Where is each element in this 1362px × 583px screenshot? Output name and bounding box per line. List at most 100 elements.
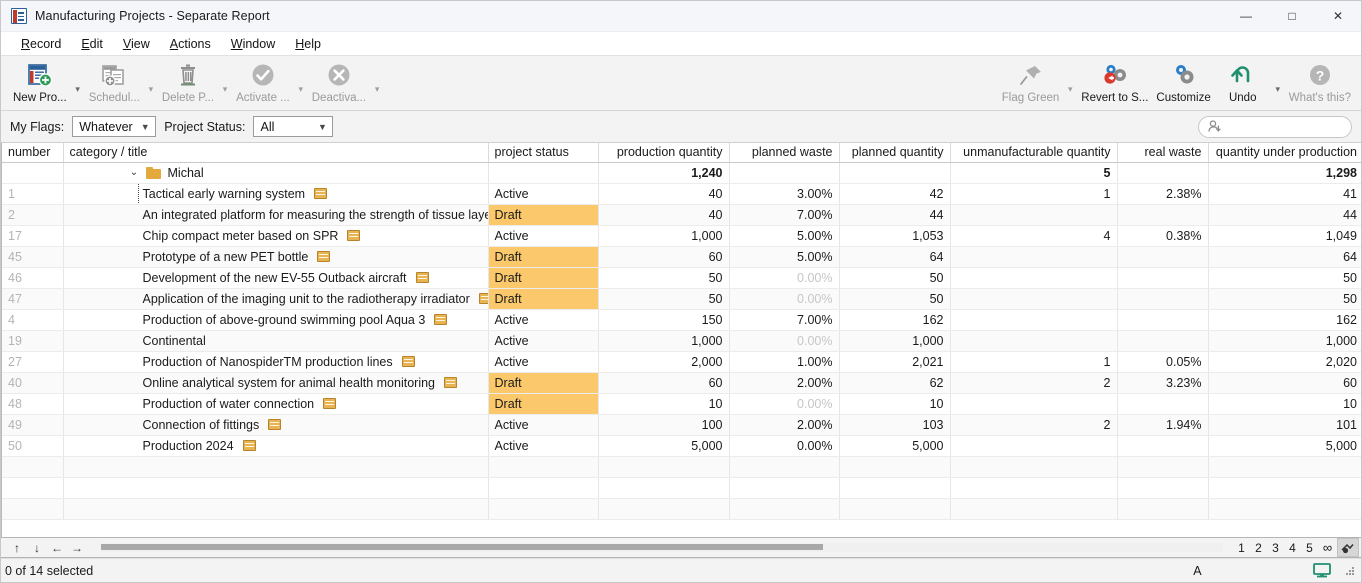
chevron-down-icon[interactable]: ⌄ xyxy=(128,167,141,178)
minimize-button[interactable]: — xyxy=(1223,1,1269,32)
table-row[interactable]: 48Production of water connectionDraft100… xyxy=(2,393,1361,414)
group-row[interactable]: ⌄Michal1,24051,298 xyxy=(2,162,1361,183)
table-row[interactable]: 2An integrated platform for measuring th… xyxy=(2,204,1361,225)
undo-button[interactable]: Undo xyxy=(1215,59,1271,111)
resize-grip[interactable] xyxy=(1345,566,1355,576)
page-4-button[interactable]: 4 xyxy=(1284,541,1301,555)
table-row[interactable]: 4Production of above-ground swimming poo… xyxy=(2,309,1361,330)
empty-cell xyxy=(729,498,839,519)
page-1-button[interactable]: 1 xyxy=(1233,541,1250,555)
row-planned-waste: 7.00% xyxy=(729,309,839,330)
scrollbar-thumb[interactable] xyxy=(101,544,823,550)
row-unmanufacturable-quantity: 2 xyxy=(950,414,1117,435)
table-row[interactable]: 40Online analytical system for animal he… xyxy=(2,372,1361,393)
empty-row[interactable] xyxy=(2,477,1361,498)
undo-dropdown[interactable]: ▾ xyxy=(1271,59,1285,111)
deactivate-button[interactable]: Deactiva... xyxy=(308,59,370,111)
row-title-cell[interactable]: Development of the new EV-55 Outback air… xyxy=(63,267,488,288)
table-row[interactable]: 19ContinentalActive1,0000.00%1,0001,000 xyxy=(2,330,1361,351)
menu-view[interactable]: View xyxy=(113,35,160,53)
my-flags-label: My Flags: xyxy=(10,120,64,134)
menu-record[interactable]: Record xyxy=(11,35,71,53)
page-settings-icon[interactable] xyxy=(1337,538,1359,557)
row-title-cell[interactable]: Chip compact meter based on SPR xyxy=(63,225,488,246)
customize-button[interactable]: Customize xyxy=(1152,59,1214,111)
deactivate-dropdown[interactable]: ▾ xyxy=(370,59,384,111)
row-title-cell[interactable]: Production 2024 xyxy=(63,435,488,456)
whats-this-button[interactable]: ? What's this? xyxy=(1285,59,1355,111)
nav-down-button[interactable]: ↓ xyxy=(27,541,47,555)
row-status: Draft xyxy=(488,267,598,288)
col-header-real-waste[interactable]: real waste xyxy=(1117,143,1208,162)
col-header-production-quantity[interactable]: production quantity xyxy=(598,143,729,162)
row-title-cell[interactable]: Continental xyxy=(63,330,488,351)
delete-project-button[interactable]: Delete P... xyxy=(158,59,218,111)
row-title-cell[interactable]: Prototype of a new PET bottle xyxy=(63,246,488,267)
row-quantity-under-production: 5,000 xyxy=(1208,435,1361,456)
nav-right-button[interactable]: → xyxy=(67,541,87,555)
row-status: Active xyxy=(488,414,598,435)
col-header-unmanufacturable-quantity[interactable]: unmanufacturable quantity xyxy=(950,143,1117,162)
delete-project-dropdown[interactable]: ▾ xyxy=(218,59,232,111)
table-row[interactable]: 49Connection of fittingsActive1002.00%10… xyxy=(2,414,1361,435)
row-title-cell[interactable]: Production of NanospiderTM production li… xyxy=(63,351,488,372)
empty-row[interactable] xyxy=(2,498,1361,519)
revert-to-saved-button[interactable]: Revert to S... xyxy=(1077,59,1152,111)
empty-cell xyxy=(729,477,839,498)
row-title-cell[interactable]: Production of water connection xyxy=(63,393,488,414)
group-title-cell[interactable]: ⌄Michal xyxy=(63,162,488,183)
empty-row[interactable] xyxy=(2,456,1361,477)
table-row[interactable]: 50Production 2024Active5,0000.00%5,0005,… xyxy=(2,435,1361,456)
row-title-cell[interactable]: Online analytical system for animal heal… xyxy=(63,372,488,393)
table-row[interactable]: 17Chip compact meter based on SPRActive1… xyxy=(2,225,1361,246)
menu-help[interactable]: Help xyxy=(285,35,331,53)
nav-up-button[interactable]: ↑ xyxy=(7,541,27,555)
title-bar: Manufacturing Projects - Separate Report… xyxy=(1,1,1361,32)
page-all-button[interactable]: ∞ xyxy=(1318,540,1337,555)
horizontal-scrollbar[interactable] xyxy=(101,543,1223,552)
maximize-button[interactable]: □ xyxy=(1269,1,1315,32)
search-box[interactable] xyxy=(1198,116,1352,138)
row-real-waste: 1.94% xyxy=(1117,414,1208,435)
col-header-category-title[interactable]: category / title xyxy=(63,143,488,162)
table-row[interactable]: 27Production of NanospiderTM production … xyxy=(2,351,1361,372)
application-window: Manufacturing Projects - Separate Report… xyxy=(0,0,1362,583)
table-row[interactable]: 46Development of the new EV-55 Outback a… xyxy=(2,267,1361,288)
table-row[interactable]: 1Tactical early warning systemActive403.… xyxy=(2,183,1361,204)
page-3-button[interactable]: 3 xyxy=(1267,541,1284,555)
row-title-cell[interactable]: Connection of fittings xyxy=(63,414,488,435)
flag-green-dropdown[interactable]: ▾ xyxy=(1063,59,1077,111)
row-title-cell[interactable]: Tactical early warning system xyxy=(63,183,488,204)
schedule-button[interactable]: Schedul... xyxy=(85,59,144,111)
person-search-icon xyxy=(1207,119,1222,134)
report-window-icon xyxy=(11,8,27,24)
new-project-button[interactable]: New Pro... xyxy=(9,59,71,111)
col-header-number[interactable]: number xyxy=(2,143,63,162)
close-button[interactable]: ✕ xyxy=(1315,1,1361,32)
row-title-cell[interactable]: Application of the imaging unit to the r… xyxy=(63,288,488,309)
flag-green-button[interactable]: Flag Green xyxy=(998,59,1064,111)
row-title-cell[interactable]: Production of above-ground swimming pool… xyxy=(63,309,488,330)
col-header-planned-waste[interactable]: planned waste xyxy=(729,143,839,162)
monitor-icon[interactable] xyxy=(1313,563,1331,578)
col-header-planned-quantity[interactable]: planned quantity xyxy=(839,143,950,162)
nav-left-button[interactable]: ← xyxy=(47,541,67,555)
search-input[interactable] xyxy=(1222,120,1362,134)
project-status-select[interactable]: All ▼ xyxy=(253,116,333,137)
menu-edit[interactable]: Edit xyxy=(71,35,113,53)
my-flags-select[interactable]: Whatever ▼ xyxy=(72,116,156,137)
new-project-dropdown[interactable]: ▾ xyxy=(71,59,85,111)
page-5-button[interactable]: 5 xyxy=(1301,541,1318,555)
row-title-cell[interactable]: An integrated platform for measuring the… xyxy=(63,204,488,225)
col-header-quantity-under-production[interactable]: quantity under production xyxy=(1208,143,1361,162)
menu-actions[interactable]: Actions xyxy=(160,35,221,53)
activate-button[interactable]: Activate ... xyxy=(232,59,294,111)
col-header-project-status[interactable]: project status xyxy=(488,143,598,162)
activate-dropdown[interactable]: ▾ xyxy=(294,59,308,111)
table-body: ⌄Michal1,24051,2981Tactical early warnin… xyxy=(2,162,1361,519)
table-row[interactable]: 45Prototype of a new PET bottleDraft605.… xyxy=(2,246,1361,267)
page-2-button[interactable]: 2 xyxy=(1250,541,1267,555)
menu-window[interactable]: Window xyxy=(221,35,285,53)
table-row[interactable]: 47Application of the imaging unit to the… xyxy=(2,288,1361,309)
schedule-dropdown[interactable]: ▾ xyxy=(144,59,158,111)
